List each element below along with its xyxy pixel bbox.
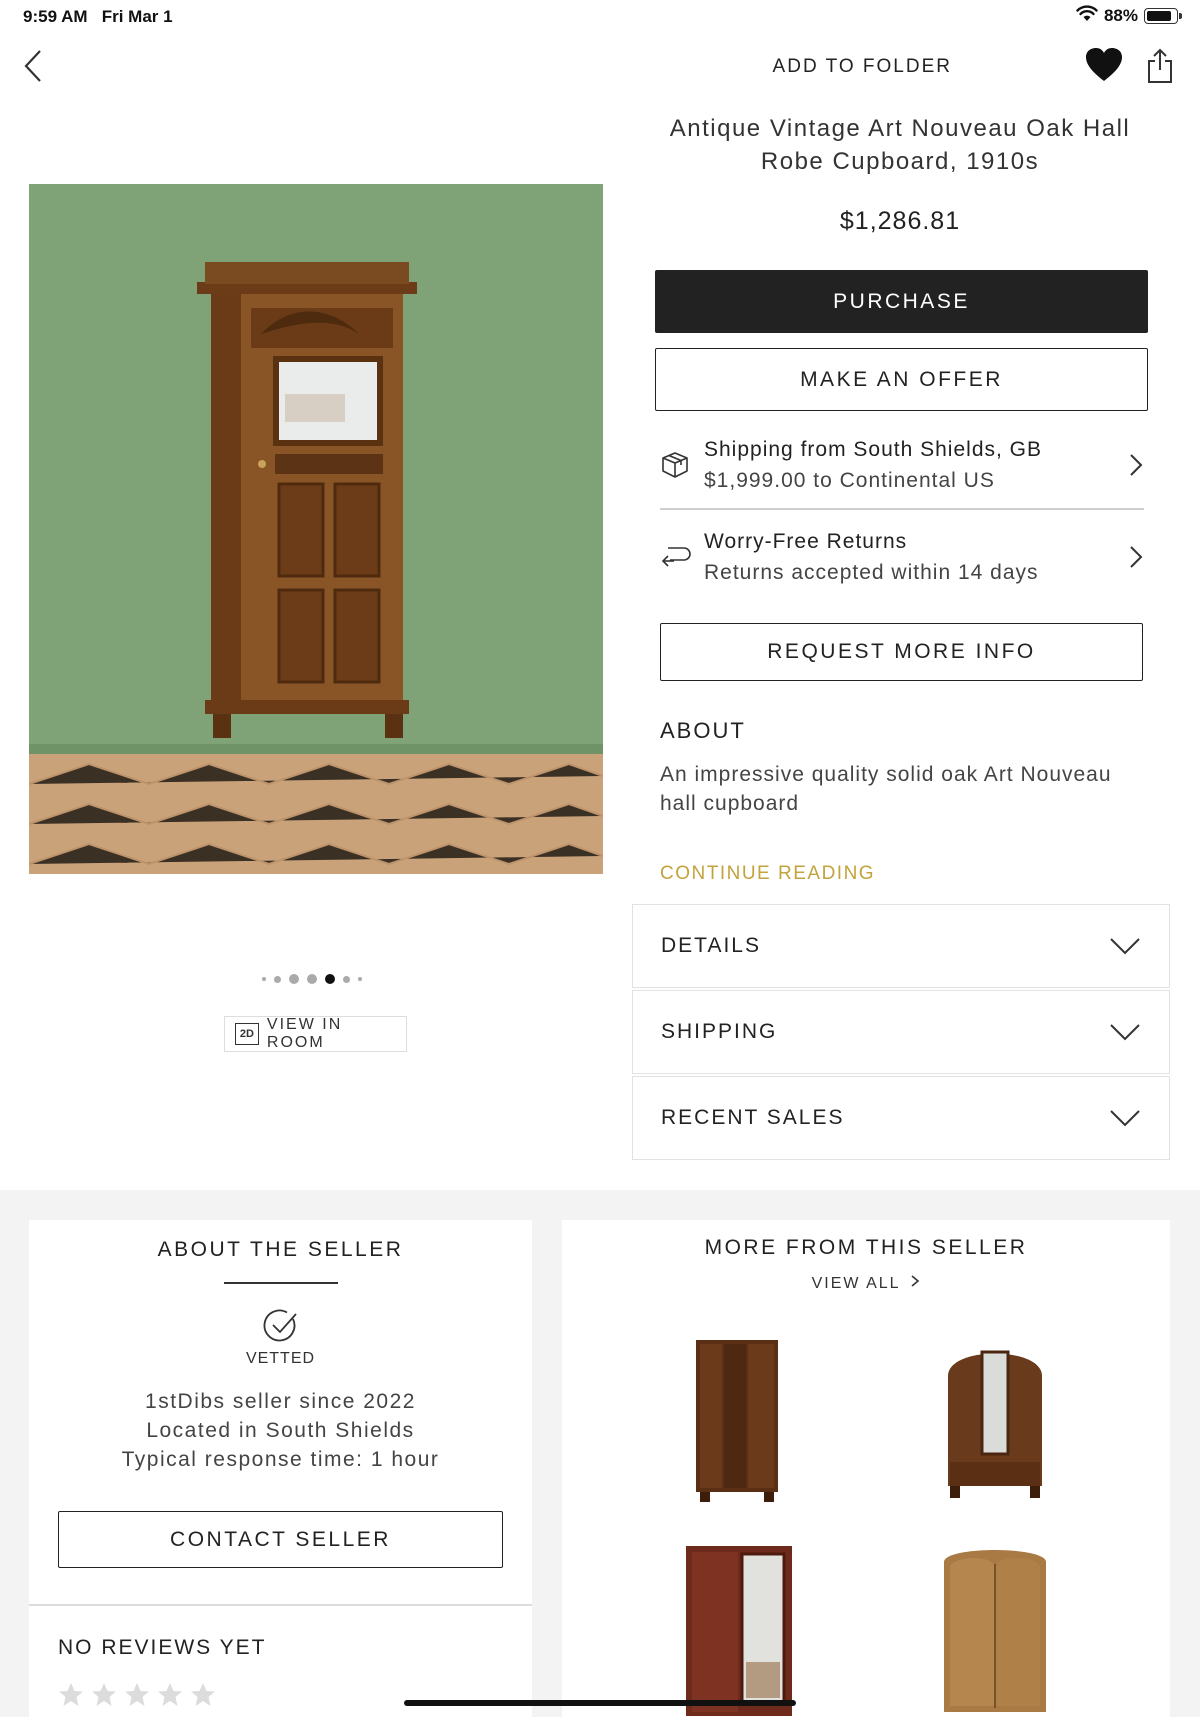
clock-time: 9:59 AM <box>23 7 88 26</box>
product-image[interactable] <box>29 184 603 874</box>
chevron-down-icon <box>1110 938 1140 955</box>
seller-since: 1stDibs seller since 2022 <box>145 1390 416 1413</box>
package-icon <box>662 452 688 478</box>
view-in-room-button[interactable]: 2D VIEW IN ROOM <box>224 1016 407 1052</box>
chevron-right-icon <box>1130 546 1143 568</box>
hall-cupboard-photo <box>29 184 603 874</box>
star-icon <box>191 1683 215 1706</box>
chevron-right-icon <box>911 1275 920 1287</box>
pagination-dot[interactable] <box>343 975 350 983</box>
vetted-label: VETTED <box>245 1350 316 1367</box>
about-text: An impressive quality solid oak Art Nouv… <box>660 763 1112 815</box>
shipping-info-row[interactable]: Shipping from South Shields, GB $1,999.0… <box>660 430 1144 500</box>
pagination-dot[interactable] <box>289 974 299 984</box>
share-icon <box>1148 48 1172 83</box>
return-arrow-icon <box>661 547 691 567</box>
make-offer-button[interactable]: MAKE AN OFFER <box>655 348 1148 411</box>
battery-percent: 88% <box>1103 6 1138 25</box>
accordion-details[interactable]: DETAILS <box>632 904 1170 988</box>
status-date: Fri Mar 1 <box>101 7 173 26</box>
back-button[interactable] <box>22 48 44 87</box>
wardrobe-image <box>944 1550 1046 1712</box>
image-pagination-dots[interactable] <box>262 974 362 984</box>
battery-icon <box>1144 8 1182 24</box>
request-info-button[interactable]: REQUEST MORE INFO <box>660 623 1143 681</box>
wifi-icon <box>1076 5 1098 27</box>
about-heading: ABOUT <box>660 718 746 743</box>
accordion-recent-sales[interactable]: RECENT SALES <box>632 1076 1170 1160</box>
chevron-left-icon <box>24 50 41 82</box>
accordion-shipping[interactable]: SHIPPING <box>632 990 1170 1074</box>
status-indicators: 88% <box>1076 5 1182 27</box>
star-icon <box>92 1683 116 1706</box>
star-icon <box>125 1683 149 1706</box>
view-all-link[interactable]: VIEW ALL <box>562 1274 1170 1293</box>
2d-badge-icon: 2D <box>235 1023 259 1045</box>
returns-title: Worry-Free Returns <box>704 530 908 553</box>
more-from-seller-card <box>562 1220 1170 1717</box>
returns-info-row[interactable]: Worry-Free Returns Returns accepted with… <box>660 522 1144 592</box>
shipping-origin: Shipping from South Shields, GB <box>704 438 1043 461</box>
reviews-heading: NO REVIEWS YET <box>58 1636 267 1659</box>
contact-seller-button[interactable]: CONTACT SELLER <box>58 1511 503 1568</box>
chevron-right-icon <box>1130 454 1143 476</box>
pagination-dot[interactable] <box>307 974 317 984</box>
vetted-check-icon <box>263 1308 299 1349</box>
continue-reading-link[interactable]: CONTINUE READING <box>660 863 875 885</box>
star-icon <box>59 1683 83 1706</box>
about-seller-heading: ABOUT THE SELLER <box>157 1238 404 1261</box>
seller-item-thumbnail[interactable] <box>692 1336 782 1509</box>
favorite-button[interactable] <box>1085 47 1123 86</box>
pagination-dot-active[interactable] <box>325 974 335 984</box>
rating-stars <box>58 1682 216 1708</box>
seller-location: Located in South Shields <box>146 1419 415 1442</box>
star-icon <box>158 1683 182 1706</box>
wardrobe-image <box>948 1350 1042 1498</box>
seller-item-thumbnail[interactable] <box>940 1542 1050 1722</box>
view-in-room-label: VIEW IN ROOM <box>266 1016 343 1051</box>
heading-underline <box>224 1282 338 1284</box>
product-title-line: Robe Cupboard, 1910s <box>760 148 1040 175</box>
seller-response-time: Typical response time: 1 hour <box>121 1448 440 1471</box>
pagination-dot[interactable] <box>274 975 281 983</box>
home-indicator <box>404 1700 796 1706</box>
accordion-label: RECENT SALES <box>661 1106 845 1129</box>
view-all-label: VIEW ALL <box>811 1275 900 1292</box>
accordion-label: SHIPPING <box>661 1020 778 1043</box>
divider <box>660 508 1144 510</box>
shipping-cost: $1,999.00 to Continental US <box>704 469 995 492</box>
wardrobe-image <box>686 1546 792 1716</box>
seller-details: 1stDibs seller since 2022 Located in Sou… <box>29 1387 532 1474</box>
product-title-line: Antique Vintage Art Nouveau Oak Hall <box>669 115 1131 142</box>
chevron-down-icon <box>1110 1110 1140 1127</box>
heart-icon <box>1086 48 1122 81</box>
pagination-dot[interactable] <box>358 977 362 981</box>
status-time: 9:59 AM Fri Mar 1 <box>23 7 173 27</box>
more-from-seller-heading: MORE FROM THIS SELLER <box>704 1236 1028 1259</box>
chevron-down-icon <box>1110 1024 1140 1041</box>
returns-policy: Returns accepted within 14 days <box>704 561 1039 584</box>
pagination-dot[interactable] <box>262 977 266 981</box>
product-price: $1,286.81 <box>839 207 961 235</box>
seller-item-thumbnail[interactable] <box>684 1542 794 1722</box>
purchase-button[interactable]: PURCHASE <box>655 270 1148 333</box>
product-title: Antique Vintage Art Nouveau Oak Hall Rob… <box>650 112 1150 178</box>
add-to-folder-button[interactable]: ADD TO FOLDER <box>773 56 952 78</box>
wardrobe-image <box>696 1340 778 1502</box>
divider <box>29 1604 532 1606</box>
seller-item-thumbnail[interactable] <box>940 1336 1050 1509</box>
accordion-label: DETAILS <box>661 934 761 957</box>
share-button[interactable] <box>1146 48 1174 87</box>
